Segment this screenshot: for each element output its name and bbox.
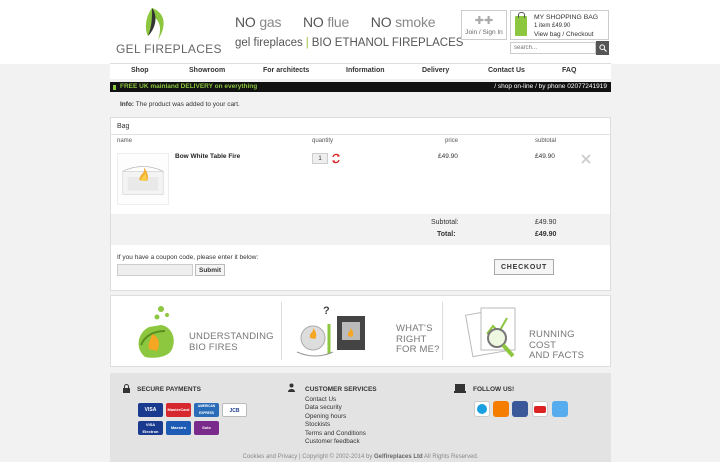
subtotal-value: £49.90	[535, 219, 557, 226]
follow-us-title: FOLLOW US!	[473, 386, 515, 393]
search-button[interactable]	[596, 41, 609, 55]
tagline-gas: NO gas	[235, 14, 282, 30]
twitter-icon[interactable]	[552, 401, 568, 417]
nav-architects[interactable]: For architects	[263, 67, 309, 74]
bag-panel-title: Bag	[117, 123, 130, 130]
footer-link-terms[interactable]: Terms and Conditions	[305, 430, 366, 438]
info-message: Info: The product was added to your cart…	[120, 101, 240, 108]
nav-information[interactable]: Information	[346, 67, 385, 74]
main-nav: Shop Showroom For architects Information…	[110, 63, 611, 79]
info-banners: UNDERSTANDING BIO FIRES ? WHAT'S RIGHT FOR …	[110, 295, 611, 367]
search-icon	[598, 44, 607, 52]
nav-showroom[interactable]: Showroom	[189, 67, 225, 74]
bag-links[interactable]: View bag / Checkout	[534, 31, 594, 38]
banner-whats-right[interactable]: ? WHAT'S RIGHT FOR ME?	[282, 296, 442, 366]
maestro-icon: Maestro	[166, 421, 191, 435]
solo-icon: Solo	[194, 421, 219, 435]
remove-item-icon[interactable]	[581, 154, 591, 164]
bag-panel: Bag name quantity price subtotal Bow Whi…	[110, 117, 611, 291]
taglines: NO gas NO flue NO smoke	[235, 14, 453, 30]
promo-contact: / shop on-line / by phone 02077241919	[494, 83, 607, 90]
footer-link-contact[interactable]: Contact Us	[305, 396, 366, 404]
bag-summary: 1 item £49.90	[534, 23, 571, 29]
banner-3-text: RUNNING COST AND FACTS	[529, 329, 585, 361]
tagline-smoke: NO smoke	[370, 14, 436, 30]
shopping-bag-widget[interactable]: MY SHOPPING BAG 1 item £49.90 View bag /…	[510, 10, 609, 40]
visa-card-icon: VISA	[138, 403, 163, 417]
tagline-flue: NO flue	[303, 14, 350, 30]
join-label: Join / Sign In	[465, 29, 503, 36]
youtube-icon[interactable]	[532, 401, 548, 417]
subline-brand: gel fireplaces	[235, 37, 303, 49]
page: GEL FIREPLACES NO gas NO flue NO smoke g…	[0, 0, 720, 462]
nav-contact[interactable]: Contact Us	[488, 67, 525, 74]
item-price: £49.90	[438, 153, 458, 160]
services-links: Contact Us Data security Opening hours S…	[305, 396, 366, 446]
footer-link-feedback[interactable]: Customer feedback	[305, 438, 366, 446]
jcb-icon: JCB	[222, 403, 247, 417]
subtotal-label: Subtotal:	[431, 219, 459, 226]
footer-link-opening-hours[interactable]: Opening hours	[305, 413, 366, 421]
col-name: name	[117, 138, 133, 144]
lock-icon	[123, 384, 130, 393]
promo-delivery: FREE UK mainland DELIVERY on everything	[112, 83, 258, 90]
col-quantity: quantity	[312, 138, 334, 144]
shopping-bag-icon	[515, 12, 527, 36]
col-subtotal: subtotal	[535, 138, 557, 144]
skype-icon[interactable]	[474, 401, 490, 417]
totals-box: Subtotal: £49.90 Total: £49.90	[111, 214, 610, 245]
facebook-icon[interactable]	[512, 401, 528, 417]
logo-flame-icon[interactable]	[142, 6, 172, 42]
total-label: Total:	[437, 231, 456, 238]
checkout-button[interactable]: CHECKOUT	[494, 259, 554, 275]
mastercard-icon: MasterCard	[166, 403, 191, 417]
fireplace-options-icon: ?	[296, 305, 365, 357]
banner-1-text: UNDERSTANDING BIO FIRES	[189, 331, 274, 353]
col-price: price	[445, 138, 459, 144]
quantity-input[interactable]: 1	[312, 153, 328, 164]
banner-understanding[interactable]: UNDERSTANDING BIO FIRES	[111, 296, 279, 366]
blogger-icon[interactable]	[493, 401, 509, 417]
footer-link-stockists[interactable]: Stockists	[305, 421, 366, 429]
nav-faq[interactable]: FAQ	[562, 67, 576, 74]
join-sign-in-button[interactable]: ✚✚ Join / Sign In	[461, 10, 507, 40]
site-footer: SECURE PAYMENTS VISA MasterCard AMERICAN…	[110, 373, 611, 462]
search-input[interactable]	[510, 42, 596, 54]
person-icon	[288, 383, 295, 392]
bag-title: MY SHOPPING BAG	[534, 14, 599, 21]
svg-text:?: ?	[323, 305, 330, 317]
subline-tag: BIO ETHANOL FIREPLACES	[311, 37, 464, 49]
refresh-icon[interactable]	[331, 153, 341, 164]
secure-payments-title: SECURE PAYMENTS	[137, 386, 201, 393]
amex-icon: AMERICAN EXPRESS	[194, 403, 219, 417]
coupon-submit-button[interactable]: Submit	[195, 264, 225, 276]
banner-running-cost[interactable]: RUNNING COST AND FACTS	[443, 296, 611, 366]
info-text: The product was added to your cart.	[135, 101, 240, 108]
copyright: Cookies and Privacy | Copyright © 2002-2…	[242, 454, 479, 460]
info-label: Info:	[120, 101, 135, 108]
site-header	[0, 0, 720, 64]
total-value: £49.90	[535, 231, 557, 238]
logo-text[interactable]: GEL FIREPLACES	[116, 42, 222, 56]
nav-delivery[interactable]: Delivery	[422, 67, 449, 74]
computer-icon	[454, 384, 466, 393]
subline: gel fireplaces | BIO ETHANOL FIREPLACES	[235, 37, 464, 49]
footer-link-data-security[interactable]: Data security	[305, 404, 366, 412]
item-subtotal: £49.90	[535, 153, 555, 160]
visa-electron-icon: VISA Electron	[138, 421, 163, 435]
banner-2-text: WHAT'S RIGHT FOR ME?	[396, 323, 440, 355]
bio-fire-icon	[138, 306, 174, 358]
divider	[111, 134, 610, 135]
coupon-input[interactable]	[117, 264, 193, 276]
product-thumbnail[interactable]	[117, 153, 169, 205]
join-plus-icon: ✚✚	[474, 15, 494, 27]
customer-services-title: CUSTOMER SERVICES	[305, 386, 377, 393]
coupon-label: If you have a coupon code, please enter …	[117, 254, 259, 261]
product-name[interactable]: Bow White Table Fire	[175, 153, 240, 160]
nav-shop[interactable]: Shop	[131, 67, 149, 74]
promo-bar: FREE UK mainland DELIVERY on everything …	[110, 82, 611, 92]
cost-magnifier-icon	[465, 307, 516, 358]
